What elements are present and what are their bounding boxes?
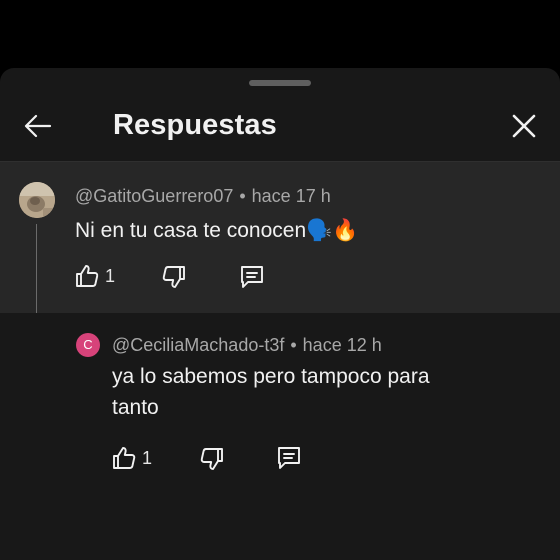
sheet-header: Respuestas [0,92,560,162]
like-count: 1 [105,265,116,286]
reply-button[interactable] [238,262,266,292]
thumbs-up-icon [76,265,99,287]
thumbs-up-icon [113,447,136,469]
thumbs-down-icon [162,266,185,288]
comment-text: ya lo sabemos pero tampoco para tanto [112,361,430,423]
avatar[interactable] [19,182,55,218]
comment-meta: @CeciliaMachado-t3f • hace 12 h [112,335,382,356]
like-button[interactable]: 1 [111,443,152,473]
comment-text-line: tanto [112,396,159,419]
close-icon [512,114,536,138]
meta-separator: • [290,335,297,355]
comment-author[interactable]: @GatitoGuerrero07 [75,186,233,206]
dislike-button[interactable] [199,444,225,474]
like-button[interactable]: 1 [74,261,115,291]
drag-handle[interactable] [249,80,311,86]
dislike-button[interactable] [161,262,187,292]
replies-sheet: Respuestas @GatitoGuerrero07 • hace 17 h N… [0,68,560,560]
comment-author[interactable]: @CeciliaMachado-t3f [112,335,284,355]
reply-comment-icon [278,447,300,469]
comment-time: hace 12 h [302,335,382,355]
reply-comment-icon [241,266,263,288]
reply-button[interactable] [275,443,303,473]
close-button[interactable] [506,108,542,144]
page-title: Respuestas [113,109,277,141]
comment-meta: @GatitoGuerrero07 • hace 17 h [75,186,331,207]
like-count: 1 [142,447,153,468]
comment-text-line: ya lo sabemos pero tampoco para [112,365,430,388]
comment-text: Ni en tu casa te conocen🗣️🔥 [75,219,359,242]
thumbs-down-icon [200,448,223,470]
reply-comment: C @CeciliaMachado-t3f • hace 12 h ya lo sa… [0,313,560,560]
back-arrow-icon [24,114,52,138]
meta-separator: • [239,186,246,206]
comment-time: hace 17 h [251,186,331,206]
avatar[interactable]: C [76,333,100,357]
avatar-photo-icon [19,182,55,218]
back-button[interactable] [20,108,56,144]
